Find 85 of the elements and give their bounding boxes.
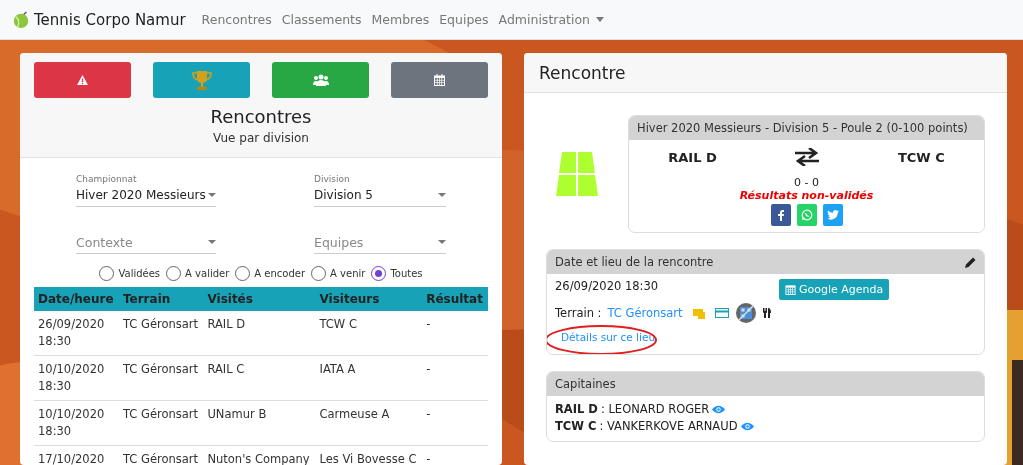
panel-subtitle: Vue par division	[212, 131, 310, 145]
nav-link[interactable]: Rencontres	[201, 12, 272, 27]
column-header: Date/heure	[34, 287, 119, 311]
cutlery-icon	[762, 308, 771, 318]
nav-link[interactable]: Membres	[371, 12, 430, 27]
table-cell: IATA A	[315, 355, 423, 401]
nav-link[interactable]: Classements	[281, 12, 362, 27]
select-field[interactable]: Equipes	[314, 231, 446, 254]
captain-name: : LEONARD ROGER	[600, 401, 710, 418]
column-header: Terrain	[118, 287, 204, 311]
table-cell: RAIL D	[203, 311, 316, 356]
table-cell: 10/10/2020 18:30	[34, 400, 119, 446]
pencil-icon[interactable]	[965, 256, 976, 268]
eye-icon[interactable]	[712, 405, 726, 414]
captain-name: : VANKERKOVE ARNAUD	[599, 418, 738, 435]
table-cell: -	[422, 445, 488, 465]
table-cell: RAIL C	[203, 355, 316, 401]
terrain-link[interactable]: TC Géronsart	[607, 306, 683, 320]
radio-option[interactable]: Toutes	[371, 266, 423, 281]
score: 0 - 0	[794, 176, 819, 189]
google-agenda-button[interactable]: Google Agenda	[779, 279, 890, 300]
team-name: TCW C	[555, 418, 597, 435]
card-header: Capitaines	[547, 372, 984, 396]
table-cell: TCW C	[315, 311, 423, 356]
table-cell: -	[422, 400, 488, 446]
caret-icon	[438, 240, 446, 244]
facebook-share-button[interactable]	[770, 204, 791, 226]
select-field[interactable]: Championnat Hiver 2020 Messieurs	[76, 174, 216, 207]
trophy-icon	[190, 69, 213, 91]
away-team: TCW C	[897, 149, 945, 165]
bird-icon	[826, 210, 839, 220]
panel-title: Rencontre	[539, 62, 626, 83]
column-header: Résultat	[422, 287, 488, 311]
table-cell: Nuton's Company	[203, 445, 316, 465]
table-cell: TC Géronsart	[118, 355, 204, 401]
swap-arrows-icon	[795, 148, 820, 166]
calendar-icon	[785, 284, 796, 295]
nav-link[interactable]: Equipes	[439, 12, 489, 27]
users-icon	[312, 74, 329, 86]
table-cell: TC Géronsart	[118, 445, 204, 465]
no-qr-code-icon	[734, 302, 757, 324]
team-name: RAIL D	[555, 401, 598, 418]
card-header: Hiver 2020 Messieurs - Division 5 - Poule 2 (0-100 points)	[629, 116, 984, 140]
calendar-icon	[434, 74, 445, 86]
whatsapp-share-button[interactable]	[796, 204, 817, 226]
table-cell: TC Géronsart	[118, 311, 204, 356]
select-field[interactable]: Division Division 5	[314, 174, 446, 207]
column-header: Visités	[203, 287, 316, 311]
table-cell: -	[422, 311, 488, 356]
caret-icon	[208, 240, 216, 244]
ticket-icon	[692, 307, 705, 319]
card-title: Date et lieu de la rencontre	[555, 255, 714, 269]
caret-icon	[438, 193, 446, 197]
radio-option[interactable]: A venir	[311, 266, 366, 281]
table-cell: UNamur B	[203, 400, 316, 446]
users-button[interactable]	[272, 62, 369, 98]
home-team: RAIL D	[668, 149, 717, 165]
match-datetime: 26/09/2020 18:30	[555, 279, 660, 293]
table-cell: -	[422, 355, 488, 401]
credit-card-icon	[714, 308, 729, 318]
table-cell: Carmeuse A	[315, 400, 423, 446]
radio-option[interactable]: A encoder	[235, 266, 306, 281]
result-status: Résultats non-validés	[739, 189, 874, 202]
table-cell: 17/10/2020	[34, 445, 119, 465]
twitter-share-button[interactable]	[822, 204, 843, 226]
table-cell: 10/10/2020 18:30	[34, 355, 119, 401]
panel-title: Rencontres	[209, 106, 313, 127]
nav-link[interactable]: Administration	[498, 12, 605, 27]
radio-option[interactable]: A valider	[166, 266, 230, 281]
column-header: Visiteurs	[315, 287, 423, 311]
table-cell: TC Géronsart	[118, 400, 204, 446]
eye-icon[interactable]	[740, 422, 754, 431]
terrain-label: Terrain :	[555, 306, 602, 320]
table-cell: Les Vi Bovesse C	[315, 445, 423, 465]
radio-option[interactable]: Validées	[99, 266, 161, 281]
table-cell: 26/09/2020 18:30	[34, 311, 119, 356]
court-icon	[556, 152, 598, 196]
tennis-ball-icon	[12, 10, 30, 29]
calendar-button[interactable]	[391, 62, 488, 98]
whatsapp-icon	[800, 209, 813, 221]
brand-name[interactable]: Tennis Corpo Namur	[34, 10, 186, 29]
caret-icon	[208, 193, 216, 197]
warning-icon	[77, 75, 88, 85]
select-field[interactable]: Contexte	[76, 231, 216, 254]
facebook-icon	[777, 209, 784, 221]
